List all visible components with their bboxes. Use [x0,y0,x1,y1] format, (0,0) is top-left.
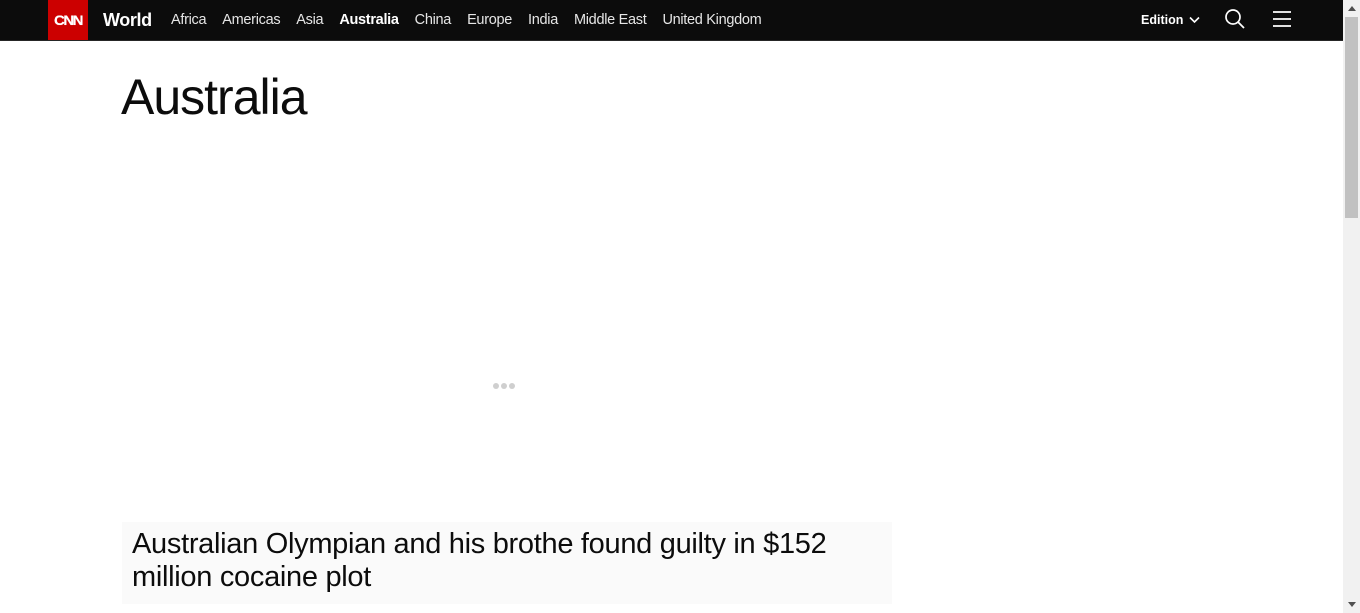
scroll-up-arrow-icon[interactable] [1343,0,1360,17]
cnn-logo-text: CNN [54,11,84,29]
loading-indicator [493,383,515,389]
loading-dot [493,383,499,389]
chevron-down-icon [1189,13,1200,27]
nav-link-europe[interactable]: Europe [467,0,512,40]
page-title: Australia [121,69,308,125]
nav-link-united-kingdom[interactable]: United Kingdom [662,0,761,40]
edition-dropdown[interactable]: Edition [1141,0,1200,40]
section-title-world[interactable]: World [103,9,152,31]
nav-link-australia[interactable]: Australia [339,0,399,40]
cnn-logo[interactable]: CNN [48,0,88,40]
nav-link-africa[interactable]: Africa [171,0,207,40]
hamburger-menu-icon[interactable] [1271,8,1295,32]
scrollbar-thumb[interactable] [1345,17,1358,218]
loading-dot [509,383,515,389]
nav-link-china[interactable]: China [415,0,452,40]
section-nav-links: Africa Americas Asia Australia China Eur… [171,0,762,40]
headline-card[interactable]: Australian Olympian and his brothe found… [122,522,892,604]
nav-link-americas[interactable]: Americas [222,0,280,40]
scroll-down-arrow-icon[interactable] [1343,596,1360,613]
nav-link-asia[interactable]: Asia [296,0,323,40]
nav-link-middle-east[interactable]: Middle East [574,0,647,40]
top-navigation-bar: CNN World Africa Americas Asia Australia… [0,0,1343,41]
loading-dot [501,383,507,389]
headline-link[interactable]: Australian Olympian and his brothe found… [132,528,887,594]
search-icon[interactable] [1224,8,1248,32]
nav-link-india[interactable]: India [528,0,558,40]
edition-label: Edition [1141,13,1184,27]
vertical-scrollbar[interactable] [1343,0,1360,613]
